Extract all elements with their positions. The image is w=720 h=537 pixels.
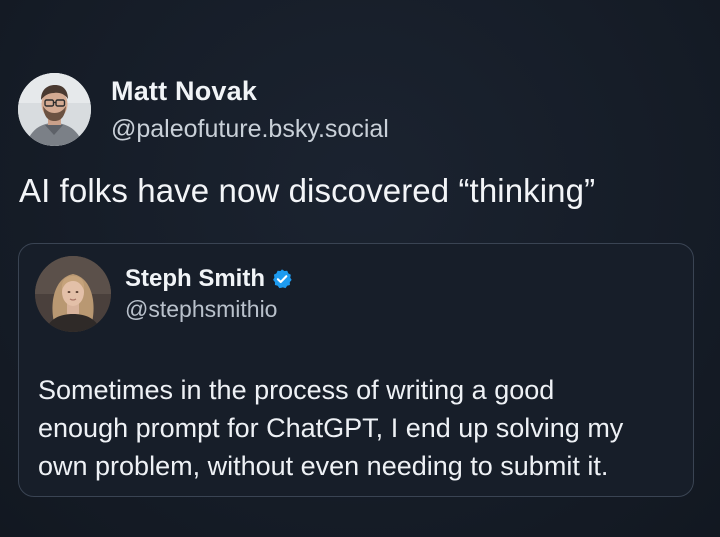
post-header: Matt Novak @paleofuture.bsky.social [18, 73, 389, 146]
quoted-author-block: Steph Smith @stephsmithio [125, 264, 293, 324]
quoted-author-name[interactable]: Steph Smith [125, 264, 265, 294]
quoted-post-text: Sometimes in the process of writing a go… [38, 371, 678, 485]
author-block: Matt Novak @paleofuture.bsky.social [111, 75, 389, 145]
quoted-post-text-line: enough prompt for ChatGPT, I end up solv… [38, 413, 624, 443]
quoted-author-name-row: Steph Smith [125, 264, 293, 294]
screenshot-page: Matt Novak @paleofuture.bsky.social AI f… [0, 0, 720, 537]
quoted-post-text-line: Sometimes in the process of writing a go… [38, 375, 555, 405]
author-handle[interactable]: @paleofuture.bsky.social [111, 113, 389, 145]
quoted-post-header: Steph Smith @stephsmithio [35, 256, 293, 332]
quoted-author-handle[interactable]: @stephsmithio [125, 294, 293, 324]
quoted-post-text-line: own problem, without even needing to sub… [38, 451, 609, 481]
verified-badge-icon [271, 268, 293, 290]
quoted-post-card[interactable]: Steph Smith @stephsmithio Sometimes in t… [18, 243, 694, 497]
avatar-photo-woman-icon [35, 256, 111, 332]
avatar-photo-man-glasses-icon [18, 73, 91, 146]
author-avatar[interactable] [18, 73, 91, 146]
quoted-author-avatar[interactable] [35, 256, 111, 332]
author-name[interactable]: Matt Novak [111, 75, 389, 107]
post-text: AI folks have now discovered “thinking” [19, 172, 596, 209]
